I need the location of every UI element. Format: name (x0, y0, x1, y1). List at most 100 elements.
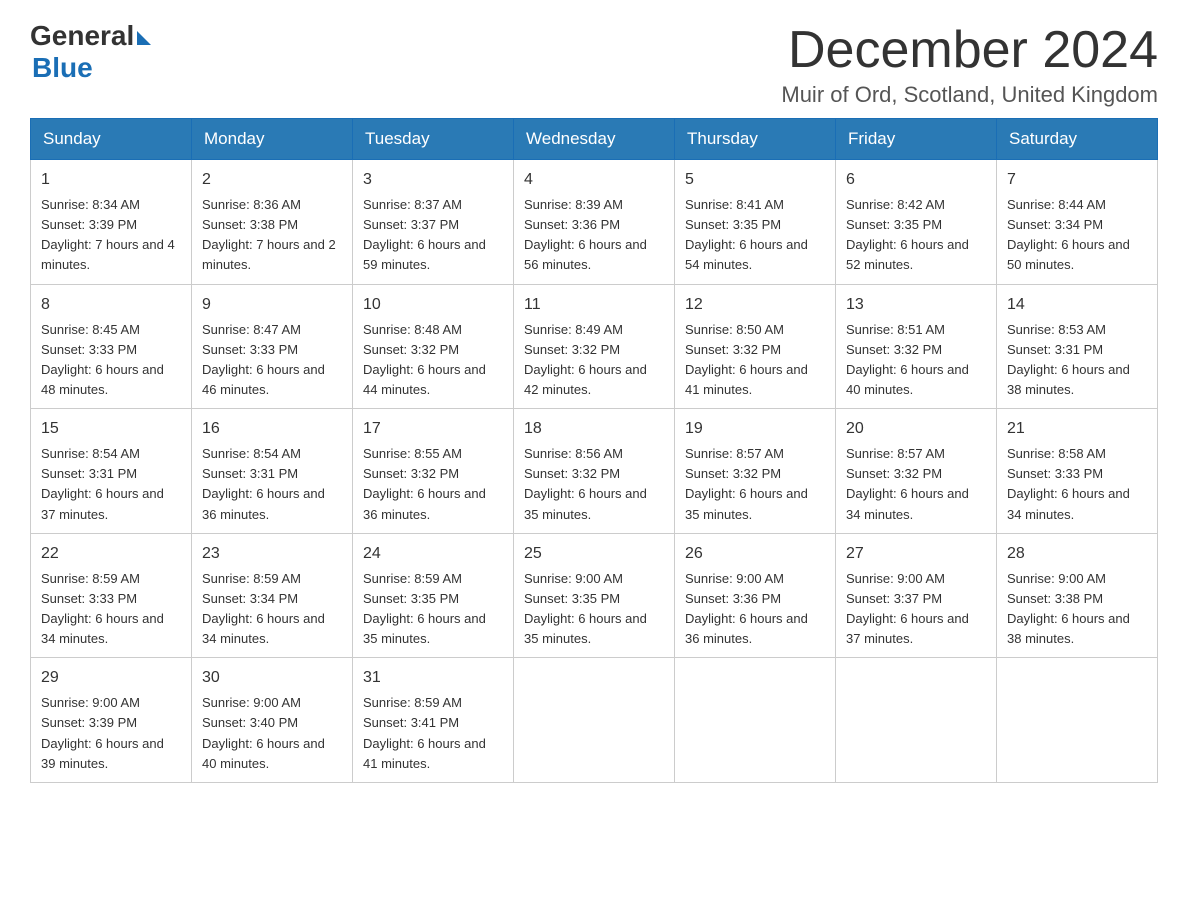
calendar-cell: 21Sunrise: 8:58 AMSunset: 3:33 PMDayligh… (997, 409, 1158, 534)
day-number: 19 (685, 417, 825, 441)
cell-info: Sunrise: 8:49 AMSunset: 3:32 PMDaylight:… (524, 320, 664, 401)
day-number: 31 (363, 666, 503, 690)
day-number: 23 (202, 542, 342, 566)
cell-info: Sunrise: 8:59 AMSunset: 3:33 PMDaylight:… (41, 569, 181, 650)
cell-info: Sunrise: 8:44 AMSunset: 3:34 PMDaylight:… (1007, 195, 1147, 276)
calendar-cell: 31Sunrise: 8:59 AMSunset: 3:41 PMDayligh… (353, 658, 514, 783)
calendar-cell: 27 Sunrise: 9:00 AMSunset: 3:37 PMDayligh… (836, 533, 997, 658)
cell-info: Sunrise: 8:47 AMSunset: 3:33 PMDaylight:… (202, 320, 342, 401)
logo-blue-text: Blue (32, 52, 93, 84)
cell-info: Sunrise: 8:36 AMSunset: 3:38 PMDaylight:… (202, 195, 342, 276)
day-number: 1 (41, 168, 181, 192)
month-title: December 2024 (781, 20, 1158, 80)
col-monday: Monday (192, 119, 353, 160)
cell-info: Sunrise: 8:59 AMSunset: 3:35 PMDaylight:… (363, 569, 503, 650)
col-friday: Friday (836, 119, 997, 160)
header-row: Sunday Monday Tuesday Wednesday Thursday… (31, 119, 1158, 160)
week-row-1: 1 Sunrise: 8:34 AMSunset: 3:39 PMDaylight… (31, 160, 1158, 285)
calendar-cell: 2Sunrise: 8:36 AMSunset: 3:38 PMDaylight… (192, 160, 353, 285)
day-number: 18 (524, 417, 664, 441)
week-row-4: 22 Sunrise: 8:59 AMSunset: 3:33 PMDayligh… (31, 533, 1158, 658)
cell-info: Sunrise: 8:48 AMSunset: 3:32 PMDaylight:… (363, 320, 503, 401)
calendar-cell (514, 658, 675, 783)
day-number: 21 (1007, 417, 1147, 441)
cell-info: Sunrise: 9:00 AMSunset: 3:37 PMDaylight:… (846, 569, 986, 650)
calendar-table: Sunday Monday Tuesday Wednesday Thursday… (30, 118, 1158, 783)
col-thursday: Thursday (675, 119, 836, 160)
calendar-cell: 20Sunrise: 8:57 AMSunset: 3:32 PMDayligh… (836, 409, 997, 534)
calendar-cell: 24 Sunrise: 8:59 AMSunset: 3:35 PMDayligh… (353, 533, 514, 658)
day-number: 10 (363, 293, 503, 317)
calendar-cell: 8 Sunrise: 8:45 AMSunset: 3:33 PMDaylight… (31, 284, 192, 409)
cell-info: Sunrise: 8:57 AMSunset: 3:32 PMDaylight:… (685, 444, 825, 525)
calendar-cell: 5Sunrise: 8:41 AMSunset: 3:35 PMDaylight… (675, 160, 836, 285)
cell-info: Sunrise: 8:34 AMSunset: 3:39 PMDaylight:… (41, 195, 181, 276)
page-header: General Blue December 2024 Muir of Ord, … (30, 20, 1158, 108)
cell-info: Sunrise: 8:54 AMSunset: 3:31 PMDaylight:… (41, 444, 181, 525)
calendar-cell: 10 Sunrise: 8:48 AMSunset: 3:32 PMDayligh… (353, 284, 514, 409)
day-number: 20 (846, 417, 986, 441)
calendar-cell: 13 Sunrise: 8:51 AMSunset: 3:32 PMDayligh… (836, 284, 997, 409)
day-number: 6 (846, 168, 986, 192)
day-number: 11 (524, 293, 664, 317)
cell-info: Sunrise: 9:00 AMSunset: 3:40 PMDaylight:… (202, 693, 342, 774)
day-number: 8 (41, 293, 181, 317)
calendar-cell: 4 Sunrise: 8:39 AMSunset: 3:36 PMDaylight… (514, 160, 675, 285)
calendar-cell: 16Sunrise: 8:54 AMSunset: 3:31 PMDayligh… (192, 409, 353, 534)
cell-info: Sunrise: 8:55 AMSunset: 3:32 PMDaylight:… (363, 444, 503, 525)
calendar-cell: 28 Sunrise: 9:00 AMSunset: 3:38 PMDayligh… (997, 533, 1158, 658)
cell-info: Sunrise: 8:37 AMSunset: 3:37 PMDaylight:… (363, 195, 503, 276)
day-number: 13 (846, 293, 986, 317)
col-sunday: Sunday (31, 119, 192, 160)
cell-info: Sunrise: 8:56 AMSunset: 3:32 PMDaylight:… (524, 444, 664, 525)
calendar-cell (997, 658, 1158, 783)
day-number: 22 (41, 542, 181, 566)
day-number: 15 (41, 417, 181, 441)
day-number: 7 (1007, 168, 1147, 192)
calendar-cell: 11 Sunrise: 8:49 AMSunset: 3:32 PMDayligh… (514, 284, 675, 409)
calendar-cell: 22 Sunrise: 8:59 AMSunset: 3:33 PMDayligh… (31, 533, 192, 658)
cell-info: Sunrise: 9:00 AMSunset: 3:39 PMDaylight:… (41, 693, 181, 774)
calendar-cell: 6 Sunrise: 8:42 AMSunset: 3:35 PMDaylight… (836, 160, 997, 285)
day-number: 29 (41, 666, 181, 690)
calendar-cell: 3Sunrise: 8:37 AMSunset: 3:37 PMDaylight… (353, 160, 514, 285)
cell-info: Sunrise: 8:41 AMSunset: 3:35 PMDaylight:… (685, 195, 825, 276)
cell-info: Sunrise: 9:00 AMSunset: 3:38 PMDaylight:… (1007, 569, 1147, 650)
cell-info: Sunrise: 8:42 AMSunset: 3:35 PMDaylight:… (846, 195, 986, 276)
cell-info: Sunrise: 9:00 AMSunset: 3:35 PMDaylight:… (524, 569, 664, 650)
cell-info: Sunrise: 8:51 AMSunset: 3:32 PMDaylight:… (846, 320, 986, 401)
logo: General Blue (30, 20, 151, 84)
calendar-cell: 17Sunrise: 8:55 AMSunset: 3:32 PMDayligh… (353, 409, 514, 534)
calendar-cell: 25 Sunrise: 9:00 AMSunset: 3:35 PMDayligh… (514, 533, 675, 658)
cell-info: Sunrise: 8:50 AMSunset: 3:32 PMDaylight:… (685, 320, 825, 401)
calendar-cell: 18 Sunrise: 8:56 AMSunset: 3:32 PMDayligh… (514, 409, 675, 534)
calendar-cell: 15 Sunrise: 8:54 AMSunset: 3:31 PMDayligh… (31, 409, 192, 534)
calendar-cell: 1 Sunrise: 8:34 AMSunset: 3:39 PMDaylight… (31, 160, 192, 285)
day-number: 30 (202, 666, 342, 690)
cell-info: Sunrise: 8:45 AMSunset: 3:33 PMDaylight:… (41, 320, 181, 401)
col-tuesday: Tuesday (353, 119, 514, 160)
calendar-cell: 23Sunrise: 8:59 AMSunset: 3:34 PMDayligh… (192, 533, 353, 658)
cell-info: Sunrise: 8:39 AMSunset: 3:36 PMDaylight:… (524, 195, 664, 276)
logo-general-text: General (30, 20, 134, 52)
day-number: 25 (524, 542, 664, 566)
calendar-cell: 30 Sunrise: 9:00 AMSunset: 3:40 PMDayligh… (192, 658, 353, 783)
calendar-cell (836, 658, 997, 783)
col-saturday: Saturday (997, 119, 1158, 160)
week-row-3: 15 Sunrise: 8:54 AMSunset: 3:31 PMDayligh… (31, 409, 1158, 534)
calendar-cell: 12Sunrise: 8:50 AMSunset: 3:32 PMDayligh… (675, 284, 836, 409)
day-number: 27 (846, 542, 986, 566)
calendar-cell: 9 Sunrise: 8:47 AMSunset: 3:33 PMDaylight… (192, 284, 353, 409)
day-number: 9 (202, 293, 342, 317)
calendar-cell: 7 Sunrise: 8:44 AMSunset: 3:34 PMDaylight… (997, 160, 1158, 285)
cell-info: Sunrise: 8:53 AMSunset: 3:31 PMDaylight:… (1007, 320, 1147, 401)
day-number: 4 (524, 168, 664, 192)
calendar-cell: 19 Sunrise: 8:57 AMSunset: 3:32 PMDayligh… (675, 409, 836, 534)
cell-info: Sunrise: 8:54 AMSunset: 3:31 PMDaylight:… (202, 444, 342, 525)
day-number: 24 (363, 542, 503, 566)
calendar-cell: 26Sunrise: 9:00 AMSunset: 3:36 PMDayligh… (675, 533, 836, 658)
title-section: December 2024 Muir of Ord, Scotland, Uni… (781, 20, 1158, 108)
day-number: 26 (685, 542, 825, 566)
day-number: 28 (1007, 542, 1147, 566)
week-row-2: 8 Sunrise: 8:45 AMSunset: 3:33 PMDaylight… (31, 284, 1158, 409)
